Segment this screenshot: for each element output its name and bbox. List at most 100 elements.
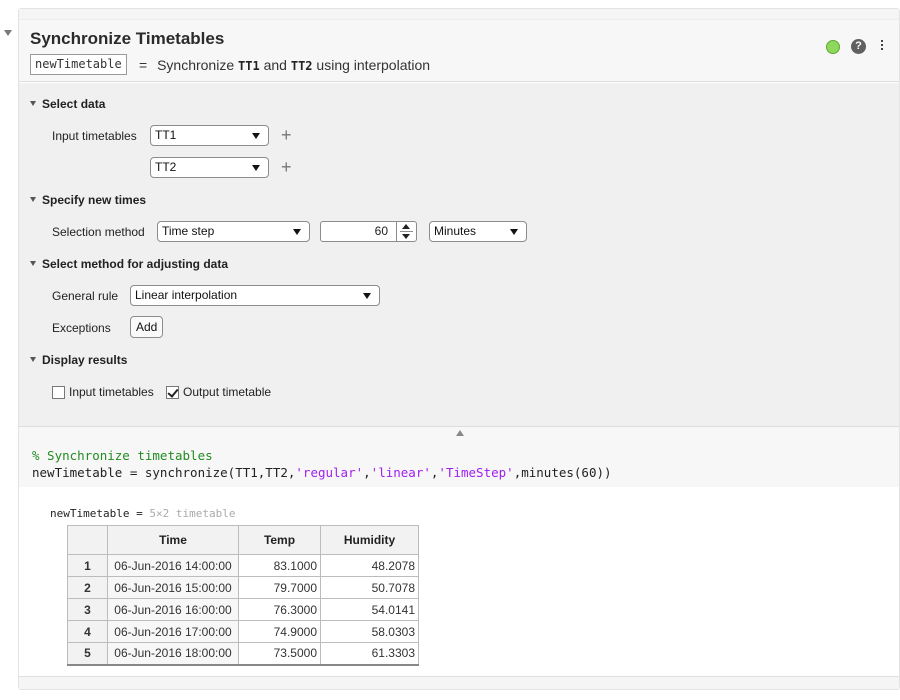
collapse-code-icon[interactable] [456,430,464,436]
cell-temp: 73.5000 [238,642,321,665]
row-index: 5 [67,642,108,665]
input-timetable-1-dropdown[interactable]: TT1 [150,125,269,146]
input-timetable-2-dropdown[interactable]: TT2 [150,157,269,178]
help-icon[interactable]: ? [851,39,866,54]
dropdown-value: Linear interpolation [135,288,238,302]
cell-time: 06-Jun-2016 15:00:00 [107,576,239,599]
selection-method-dropdown[interactable]: Time step [157,221,310,242]
section-heading: Select method for adjusting data [42,257,229,271]
add-exception-button[interactable]: Add [130,316,164,338]
section-display-results[interactable]: Display results [30,353,127,367]
spinner-value: 60 [374,224,388,238]
section-expand-icon [30,101,36,106]
table-row: 5 06-Jun-2016 18:00:00 73.5000 61.3303 [67,642,419,665]
output-timetable-checkbox[interactable]: Output timetable [166,385,271,399]
cell-temp: 79.7000 [238,576,321,599]
code-arg-timestep: 'TimeStep' [438,465,514,480]
task-summary: = Synchronize TT1 and TT2 using interpol… [139,57,430,73]
equals-sign: = [139,57,148,73]
dropdown-value: TT1 [155,128,177,142]
spinner-divider [400,231,413,232]
column-header-humidity: Humidity [320,525,419,555]
selection-method-label: Selection method [52,225,145,239]
exceptions-label: Exceptions [52,321,111,335]
code-arg-linear: 'linear' [370,465,431,480]
summary-suffix: using interpolation [316,57,431,73]
table-row: 2 06-Jun-2016 15:00:00 79.7000 50.7078 [67,576,419,599]
section-expand-icon [30,357,36,362]
general-rule-label: General rule [52,289,119,303]
row-index: 2 [67,576,108,599]
chevron-down-icon [293,229,301,235]
output-var-name: newTimetable = [50,507,150,520]
cell-humidity: 54.0141 [320,598,419,621]
task-header: Synchronize Timetables newTimetable = Sy… [19,20,899,82]
summary-and: and [263,57,287,73]
section-heading: Select data [42,97,106,111]
output-variable-field[interactable]: newTimetable [30,54,127,75]
section-expand-icon [30,197,36,202]
column-header-index [67,525,108,555]
cell-humidity: 61.3303 [320,642,419,665]
row-index: 4 [67,620,108,643]
general-rule-dropdown[interactable]: Linear interpolation [130,285,380,306]
summary-var1: TT1 [238,59,260,73]
task-title: Synchronize Timetables [30,29,225,48]
dropdown-value: Time step [162,224,215,238]
column-header-time: Time [107,525,239,555]
table-header-row: Time Temp Humidity [67,525,419,555]
table-row: 4 06-Jun-2016 17:00:00 74.9000 58.0303 [67,620,419,643]
cell-temp: 76.3000 [238,598,321,621]
code-statement: newTimetable = synchronize(TT1,TT2,'regu… [32,465,612,480]
section-heading: Display results [42,353,128,367]
bottom-strip [19,676,899,689]
dropdown-value: Minutes [434,224,477,238]
spinner-buttons[interactable] [396,222,416,241]
spinner-up-icon[interactable] [402,224,410,229]
output-timetable: Time Temp Humidity 1 06-Jun-2016 14:00:0… [67,525,419,666]
section-select-data[interactable]: Select data [30,97,105,111]
checkbox-label: Input timetables [69,385,154,399]
column-header-temp: Temp [238,525,321,555]
input-timetables-label: Input timetables [52,129,137,143]
cell-time: 06-Jun-2016 14:00:00 [107,554,239,577]
chevron-down-icon [252,133,260,139]
row-index: 3 [67,598,108,621]
cell-time: 06-Jun-2016 17:00:00 [107,620,239,643]
cell-humidity: 48.2078 [320,554,419,577]
input-timetables-checkbox[interactable]: Input timetables [52,385,154,399]
output-size: 5×2 timetable [149,507,236,520]
summary-var2: TT2 [290,59,313,73]
summary-prefix: Synchronize [157,57,235,73]
cell-humidity: 58.0303 [320,620,419,643]
code-comma: , [363,465,371,480]
section-expand-icon [30,261,36,266]
chevron-down-icon [252,165,260,171]
code-arg-regular: 'regular' [295,465,364,480]
time-unit-dropdown[interactable]: Minutes [429,221,527,242]
section-adjust-method[interactable]: Select method for adjusting data [30,257,228,271]
time-step-spinner[interactable]: 60 [320,221,417,242]
more-options-icon[interactable] [879,39,885,53]
section-heading: Specify new times [42,193,147,207]
table-row: 3 06-Jun-2016 16:00:00 76.3000 54.0141 [67,598,419,621]
code-comment: % Synchronize timetables [32,448,213,463]
status-indicator-icon [826,40,840,54]
cell-time: 06-Jun-2016 18:00:00 [107,642,239,665]
checkbox-label: Output timetable [183,385,272,399]
generated-code: % Synchronize timetables newTimetable = … [19,427,899,487]
collapse-task-icon[interactable] [4,30,12,36]
cell-humidity: 50.7078 [320,576,419,599]
checkbox-checked[interactable] [166,385,179,399]
code-prefix: newTimetable = synchronize(TT1,TT2, [32,465,296,480]
row-index: 1 [67,554,108,577]
add-input-2-icon[interactable]: + [281,158,292,176]
top-strip [19,9,899,20]
output-area: newTimetable = 5×2 timetable Time Temp H… [19,487,899,677]
checkbox-unchecked[interactable] [52,385,65,399]
add-input-1-icon[interactable]: + [281,126,292,144]
spinner-down-icon[interactable] [402,234,410,239]
chevron-down-icon [510,229,518,235]
chevron-down-icon [363,293,371,299]
section-specify-new-times[interactable]: Specify new times [30,193,146,207]
